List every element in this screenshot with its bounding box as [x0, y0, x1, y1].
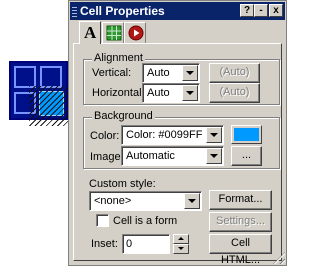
table-cell-icon [106, 25, 122, 41]
vertical-auto-button: (Auto) [209, 63, 260, 83]
background-image-select[interactable]: Automatic [121, 146, 224, 166]
inset-increment-button[interactable] [173, 234, 189, 244]
help-button[interactable]: ? [240, 4, 254, 17]
settings-button: Settings... [209, 212, 272, 232]
format-button[interactable]: Format... [209, 190, 272, 210]
tab-media[interactable] [124, 22, 146, 43]
horizontal-auto-button: (Auto) [209, 83, 260, 103]
cell-is-form-label[interactable]: Cell is a form [113, 215, 177, 227]
chevron-down-icon[interactable] [182, 65, 198, 81]
table-cell[interactable] [40, 66, 62, 88]
tab-cell[interactable] [102, 22, 124, 43]
background-color-select[interactable]: Color: #0099FF [121, 125, 224, 145]
inset-value: 0 [126, 238, 133, 250]
horizontal-label: Horizontal: [92, 87, 145, 99]
vertical-label: Vertical: [92, 67, 132, 79]
inset-field[interactable]: 0 [122, 234, 170, 254]
cell-is-form-checkbox[interactable] [96, 214, 109, 227]
image-label: Image: [90, 151, 124, 163]
horizontal-align-select[interactable]: Auto [142, 83, 200, 103]
tab-text-format[interactable]: A [79, 21, 101, 44]
cell-html-button[interactable]: Cell HTML... [209, 234, 272, 266]
window-title: Cell Properties [80, 4, 165, 18]
media-play-icon [128, 25, 144, 41]
minimize-button[interactable]: - [254, 4, 268, 17]
title-bar[interactable]: Cell Properties ? - x [70, 2, 285, 20]
browse-image-button[interactable]: ... [231, 146, 262, 166]
table-cell[interactable] [14, 66, 36, 88]
vertical-align-select[interactable]: Auto [142, 63, 200, 83]
close-button[interactable]: x [269, 4, 283, 17]
alignment-group-title: Alignment [92, 52, 145, 64]
background-group-title: Background [92, 110, 155, 122]
color-swatch-button[interactable] [231, 125, 262, 144]
chevron-down-icon[interactable] [206, 127, 222, 143]
chevron-down-icon[interactable] [206, 148, 222, 164]
chevron-down-icon[interactable] [184, 193, 200, 209]
inset-decrement-button[interactable] [173, 244, 189, 254]
drag-grip-icon[interactable] [72, 5, 77, 17]
color-label: Color: [90, 130, 120, 142]
text-format-icon: A [84, 23, 97, 42]
cell-properties-palette: Cell Properties ? - x A Alignment Vertic… [68, 0, 287, 266]
chevron-down-icon[interactable] [182, 85, 198, 101]
custom-style-label: Custom style: [89, 178, 156, 190]
cell-selection-hatch [29, 86, 72, 126]
inset-label: Inset: [91, 238, 118, 250]
custom-style-select[interactable]: <none> [89, 191, 202, 211]
